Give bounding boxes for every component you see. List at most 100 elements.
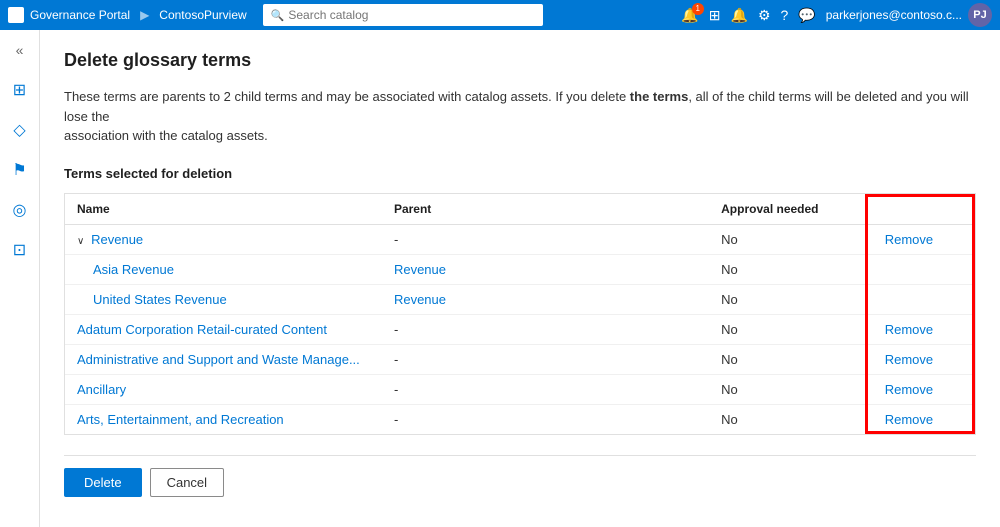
avatar: PJ [968,3,992,27]
col-header-approval: Approval needed [709,194,873,225]
table-container: Name Parent Approval needed ∨ Revenue-No… [64,193,976,435]
cell-parent: - [382,344,709,374]
bell-icon[interactable]: 🔔 [731,7,748,24]
sidebar-item-insights[interactable]: ⚑ [2,152,38,188]
topbar-user[interactable]: parkerjones@contoso.c... PJ [826,3,992,27]
parent-link[interactable]: Revenue [394,262,446,277]
sidebar-item-datamap[interactable]: ⊡ [2,232,38,268]
policy-icon: ◎ [13,200,27,220]
cell-action: Remove [873,314,975,344]
cell-name: Adatum Corporation Retail-curated Conten… [65,314,382,344]
table-row: Adatum Corporation Retail-curated Conten… [65,314,975,344]
topbar-brand: Governance Portal ▶ ContosoPurview [8,7,247,23]
table-header-row: Name Parent Approval needed [65,194,975,225]
cell-parent: - [382,404,709,434]
datamap-icon: ⊡ [13,240,26,260]
topbar-separator: ▶ [140,8,149,22]
table-row: Ancillary -No Remove [65,374,975,404]
table-row: Administrative and Support and Waste Man… [65,344,975,374]
cell-name: Asia Revenue [65,254,382,284]
search-icon: 🔍 [271,9,285,22]
col-header-parent: Parent [382,194,709,225]
cell-approval: No [709,284,873,314]
cell-parent: - [382,374,709,404]
term-name-link[interactable]: Revenue [91,232,143,247]
remove-button[interactable]: Remove [885,412,933,427]
cell-parent: Revenue [382,254,709,284]
remove-button[interactable]: Remove [885,232,933,247]
remove-button[interactable]: Remove [885,322,933,337]
search-input[interactable] [288,8,534,22]
warning-text-3: association with the catalog assets. [64,128,268,143]
chat-icon[interactable]: 💬 [798,7,815,24]
table-row: Arts, Entertainment, and Recreation -No Re… [65,404,975,434]
remove-button[interactable]: Remove [885,382,933,397]
content-area: Delete glossary terms These terms are pa… [40,30,1000,527]
warning-text: These terms are parents to 2 child terms… [64,87,976,146]
cell-approval: No [709,314,873,344]
cell-parent: - [382,224,709,254]
sidebar-item-catalog[interactable]: ◇ [2,112,38,148]
help-icon[interactable]: ? [781,7,789,23]
delete-button[interactable]: Delete [64,468,142,497]
cell-approval: No [709,224,873,254]
cell-approval: No [709,374,873,404]
cell-parent: Revenue [382,284,709,314]
chevron-icon[interactable]: ∨ [77,236,87,247]
cell-name: Arts, Entertainment, and Recreation [65,404,382,434]
cell-approval: No [709,344,873,374]
cancel-button[interactable]: Cancel [150,468,224,497]
term-name-link[interactable]: United States Revenue [93,292,227,307]
cell-approval: No [709,404,873,434]
col-header-action [873,194,975,225]
cell-parent: - [382,314,709,344]
terms-table: Name Parent Approval needed ∨ Revenue-No… [65,194,975,434]
table-row: Asia Revenue Revenue No [65,254,975,284]
topbar-purview: ContosoPurview [159,8,246,22]
cell-action: Remove [873,344,975,374]
warning-text-1: These terms are parents to 2 child terms… [64,89,630,104]
cell-action: Remove [873,374,975,404]
user-email: parkerjones@contoso.c... [826,8,962,22]
term-name-link[interactable]: Asia Revenue [93,262,174,277]
term-name-link[interactable]: Arts, Entertainment, and Recreation [77,412,284,427]
remove-button[interactable]: Remove [885,352,933,367]
cell-name: United States Revenue [65,284,382,314]
term-name-link[interactable]: Ancillary [77,382,126,397]
term-name-link[interactable]: Administrative and Support and Waste Man… [77,352,360,367]
footer: Delete Cancel [64,455,976,497]
main-layout: « ⊞ ◇ ⚑ ◎ ⊡ Delete glossary terms These … [0,30,1000,527]
sidebar: « ⊞ ◇ ⚑ ◎ ⊡ [0,30,40,527]
cell-name: Ancillary [65,374,382,404]
notification-icon[interactable]: 🔔 1 [681,7,698,24]
col-header-name: Name [65,194,382,225]
insights-icon: ⚑ [12,160,26,180]
brand-name: Governance Portal [30,8,130,22]
topbar-icons: 🔔 1 ⊞ 🔔 ⚙ ? 💬 parkerjones@contoso.c... P… [681,3,992,27]
warning-highlight: the terms [630,89,689,104]
sidebar-toggle[interactable]: « [4,36,36,64]
sidebar-item-home[interactable]: ⊞ [2,72,38,108]
section-title: Terms selected for deletion [64,166,976,181]
cell-action: Remove [873,404,975,434]
page-title: Delete glossary terms [64,50,976,71]
cell-approval: No [709,254,873,284]
notification-badge: 1 [692,3,704,15]
home-icon: ⊞ [13,80,26,100]
cell-action [873,254,975,284]
catalog-icon: ◇ [13,120,25,140]
settings-icon[interactable]: ⚙ [758,7,771,24]
cell-action [873,284,975,314]
term-name-link[interactable]: Adatum Corporation Retail-curated Conten… [77,322,327,337]
search-box[interactable]: 🔍 [263,4,543,26]
table-row: United States Revenue Revenue No [65,284,975,314]
cell-action: Remove [873,224,975,254]
switch-icon[interactable]: ⊞ [709,7,721,24]
parent-link[interactable]: Revenue [394,292,446,307]
topbar: Governance Portal ▶ ContosoPurview 🔍 🔔 1… [0,0,1000,30]
cell-name: ∨ Revenue [65,224,382,254]
table-row: ∨ Revenue-NoRemove [65,224,975,254]
brand-logo [8,7,24,23]
sidebar-item-policy[interactable]: ◎ [2,192,38,228]
cell-name: Administrative and Support and Waste Man… [65,344,382,374]
